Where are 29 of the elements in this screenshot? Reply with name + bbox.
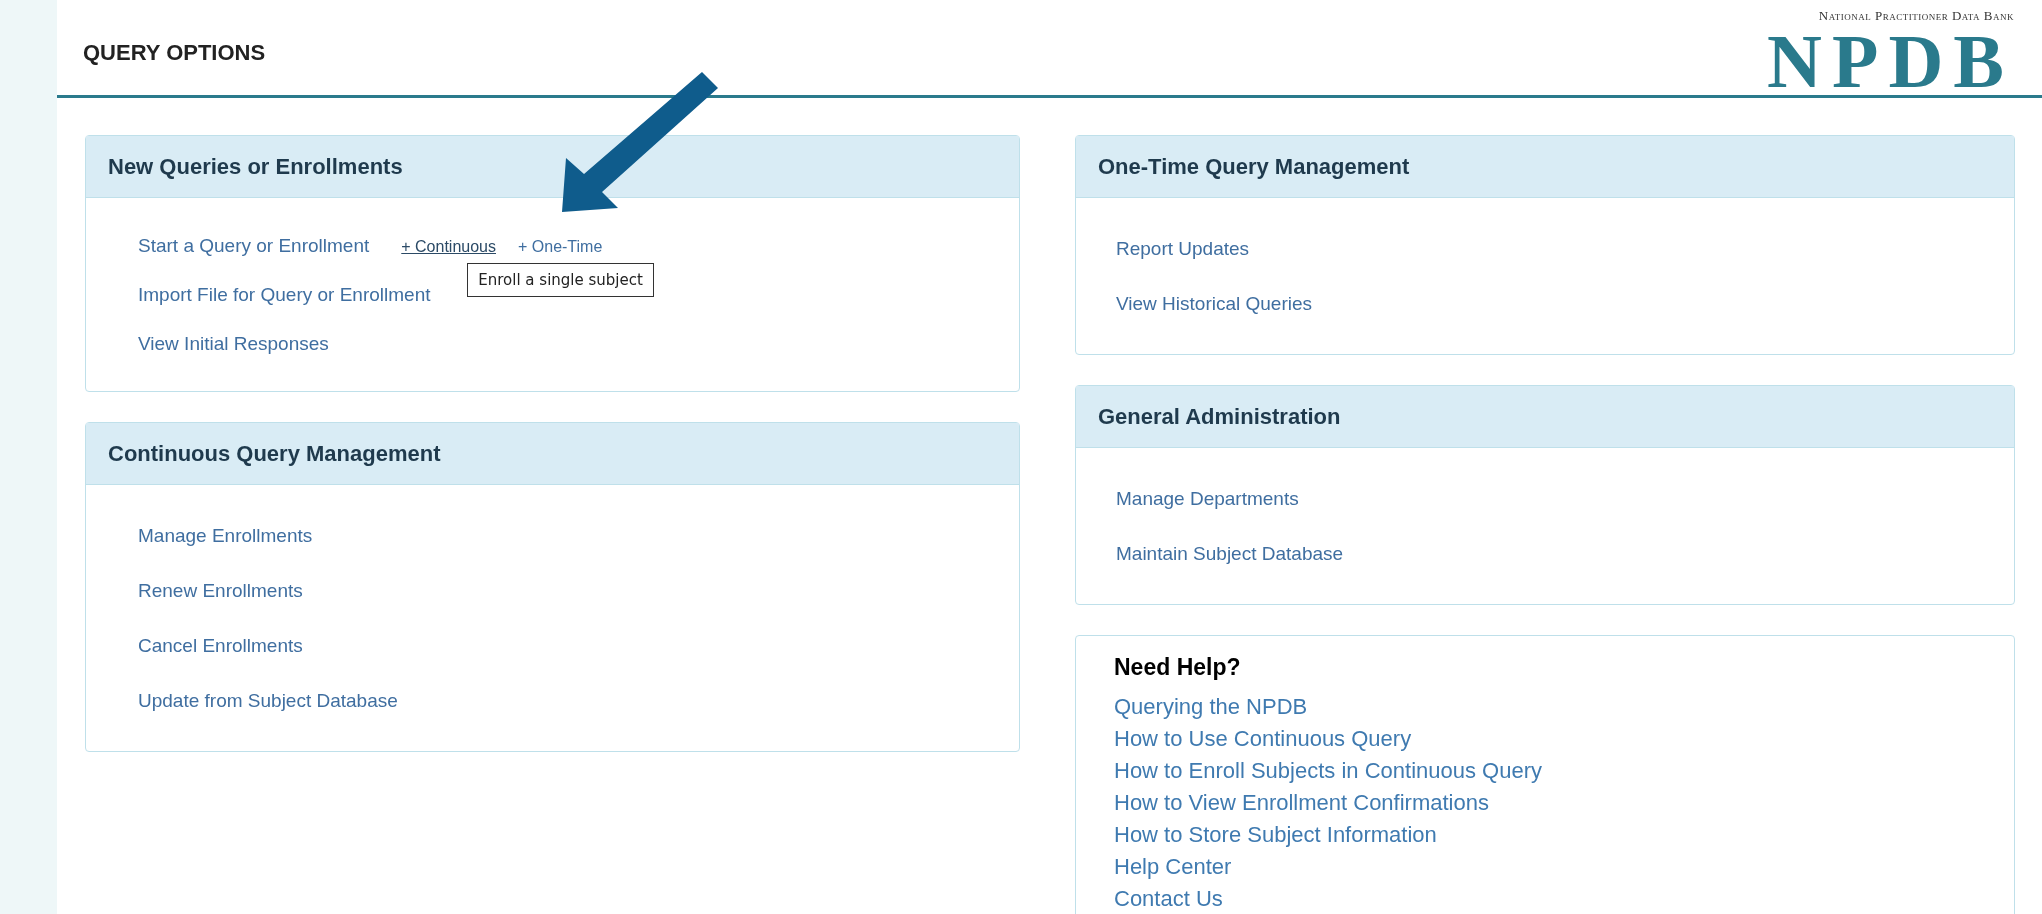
help-link[interactable]: How to View Enrollment Confirmations — [1114, 786, 1489, 819]
logo-tagline: National Practitioner Data Bank — [1818, 7, 2014, 25]
menu-link[interactable]: View Historical Queries — [1116, 290, 1313, 319]
menu-link[interactable]: Maintain Subject Database — [1116, 540, 1344, 569]
action-link[interactable]: + One-Time — [518, 237, 603, 255]
help-link[interactable]: Contact Us — [1114, 882, 1223, 914]
menu-link[interactable]: Start a Query or Enrollment — [138, 232, 370, 261]
menu-link[interactable]: Update from Subject Database — [138, 687, 398, 716]
page-title: QUERY OPTIONS — [83, 39, 266, 67]
panel-header: Continuous Query Management — [86, 423, 1019, 485]
help-link[interactable]: How to Store Subject Information — [1114, 818, 1437, 851]
help-link[interactable]: Querying the NPDB — [1114, 690, 1308, 723]
menu-link[interactable]: View Initial Responses — [138, 330, 329, 359]
logo-wordmark: NPDB — [1767, 25, 2014, 96]
panel-header: One-Time Query Management — [1076, 136, 2014, 198]
help-link[interactable]: How to Use Continuous Query — [1114, 722, 1412, 755]
menu-link[interactable]: Report Updates — [1116, 235, 1250, 264]
menu-link[interactable]: Import File for Query or Enrollment — [138, 281, 431, 310]
panel-header: New Queries or Enrollments — [86, 136, 1019, 198]
help-link[interactable]: How to Enroll Subjects in Continuous Query — [1114, 754, 1542, 787]
menu-link[interactable]: Manage Enrollments — [138, 522, 313, 551]
menu-link[interactable]: Cancel Enrollments — [138, 632, 303, 661]
help-title: Need Help? — [1114, 653, 1242, 682]
tooltip: Enroll a single subject — [467, 262, 654, 297]
help-link[interactable]: Help Center — [1114, 850, 1232, 883]
action-link[interactable]: + Continuous — [401, 237, 496, 255]
panel-header: General Administration — [1076, 386, 2014, 448]
menu-link[interactable]: Renew Enrollments — [138, 577, 303, 606]
menu-link[interactable]: Manage Departments — [1116, 485, 1299, 514]
